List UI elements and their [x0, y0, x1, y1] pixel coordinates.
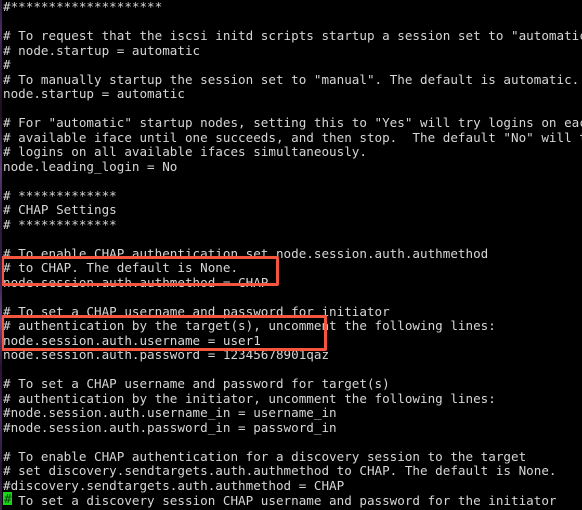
- terminal-line: # To request that the iscsi initd script…: [3, 28, 582, 43]
- terminal-line: node.leading_login = No: [3, 159, 178, 174]
- terminal-line: To set a discovery session CHAP username…: [3, 493, 557, 508]
- terminal-line: # set discovery.sendtargets.auth.authmet…: [3, 463, 557, 478]
- terminal-line: # To set a CHAP username and password fo…: [3, 304, 390, 319]
- terminal-line: # *************: [3, 188, 117, 203]
- terminal-line: node.session.auth.username = user1: [3, 333, 261, 348]
- terminal-line: # To enable CHAP authentication for a di…: [3, 449, 527, 464]
- terminal-line: node.session.auth.password = 12345678901…: [3, 347, 330, 362]
- terminal-line: #********************: [3, 0, 163, 14]
- terminal-line: #discovery.sendtargets.auth.authmethod =…: [3, 478, 345, 493]
- terminal-line: #node.session.auth.username_in = usernam…: [3, 405, 337, 420]
- terminal-text-area[interactable]: #******************** # To request that t…: [0, 0, 582, 510]
- cursor-character: #: [4, 491, 12, 506]
- terminal-line: # For "automatic" startup nodes, setting…: [3, 115, 582, 130]
- terminal-line: node.startup = automatic: [3, 86, 185, 101]
- terminal-line: # CHAP Settings: [3, 202, 117, 217]
- terminal-window[interactable]: #******************** # To request that t…: [0, 0, 582, 510]
- terminal-line: # authentication by the target(s), uncom…: [3, 318, 496, 333]
- terminal-line: # logins on all available ifaces simulta…: [3, 144, 367, 159]
- terminal-line: # To enable CHAP authentication set node…: [3, 246, 489, 261]
- terminal-line: # authentication by the initiator, uncom…: [3, 391, 496, 406]
- terminal-line: # node.startup = automatic: [3, 43, 201, 58]
- terminal-line: #: [3, 57, 11, 72]
- terminal-line: #node.session.auth.password_in = passwor…: [3, 420, 337, 435]
- terminal-line: # available iface until one succeeds, an…: [3, 130, 582, 145]
- terminal-line: node.session.auth.authmethod = CHAP: [3, 275, 269, 290]
- terminal-line: # *************: [3, 217, 117, 232]
- terminal-line: # to CHAP. The default is None.: [3, 260, 239, 275]
- window-left-edge-accent: [0, 0, 2, 510]
- terminal-line: # To manually startup the session set to…: [3, 72, 580, 87]
- terminal-line: # To set a CHAP username and password fo…: [3, 376, 390, 391]
